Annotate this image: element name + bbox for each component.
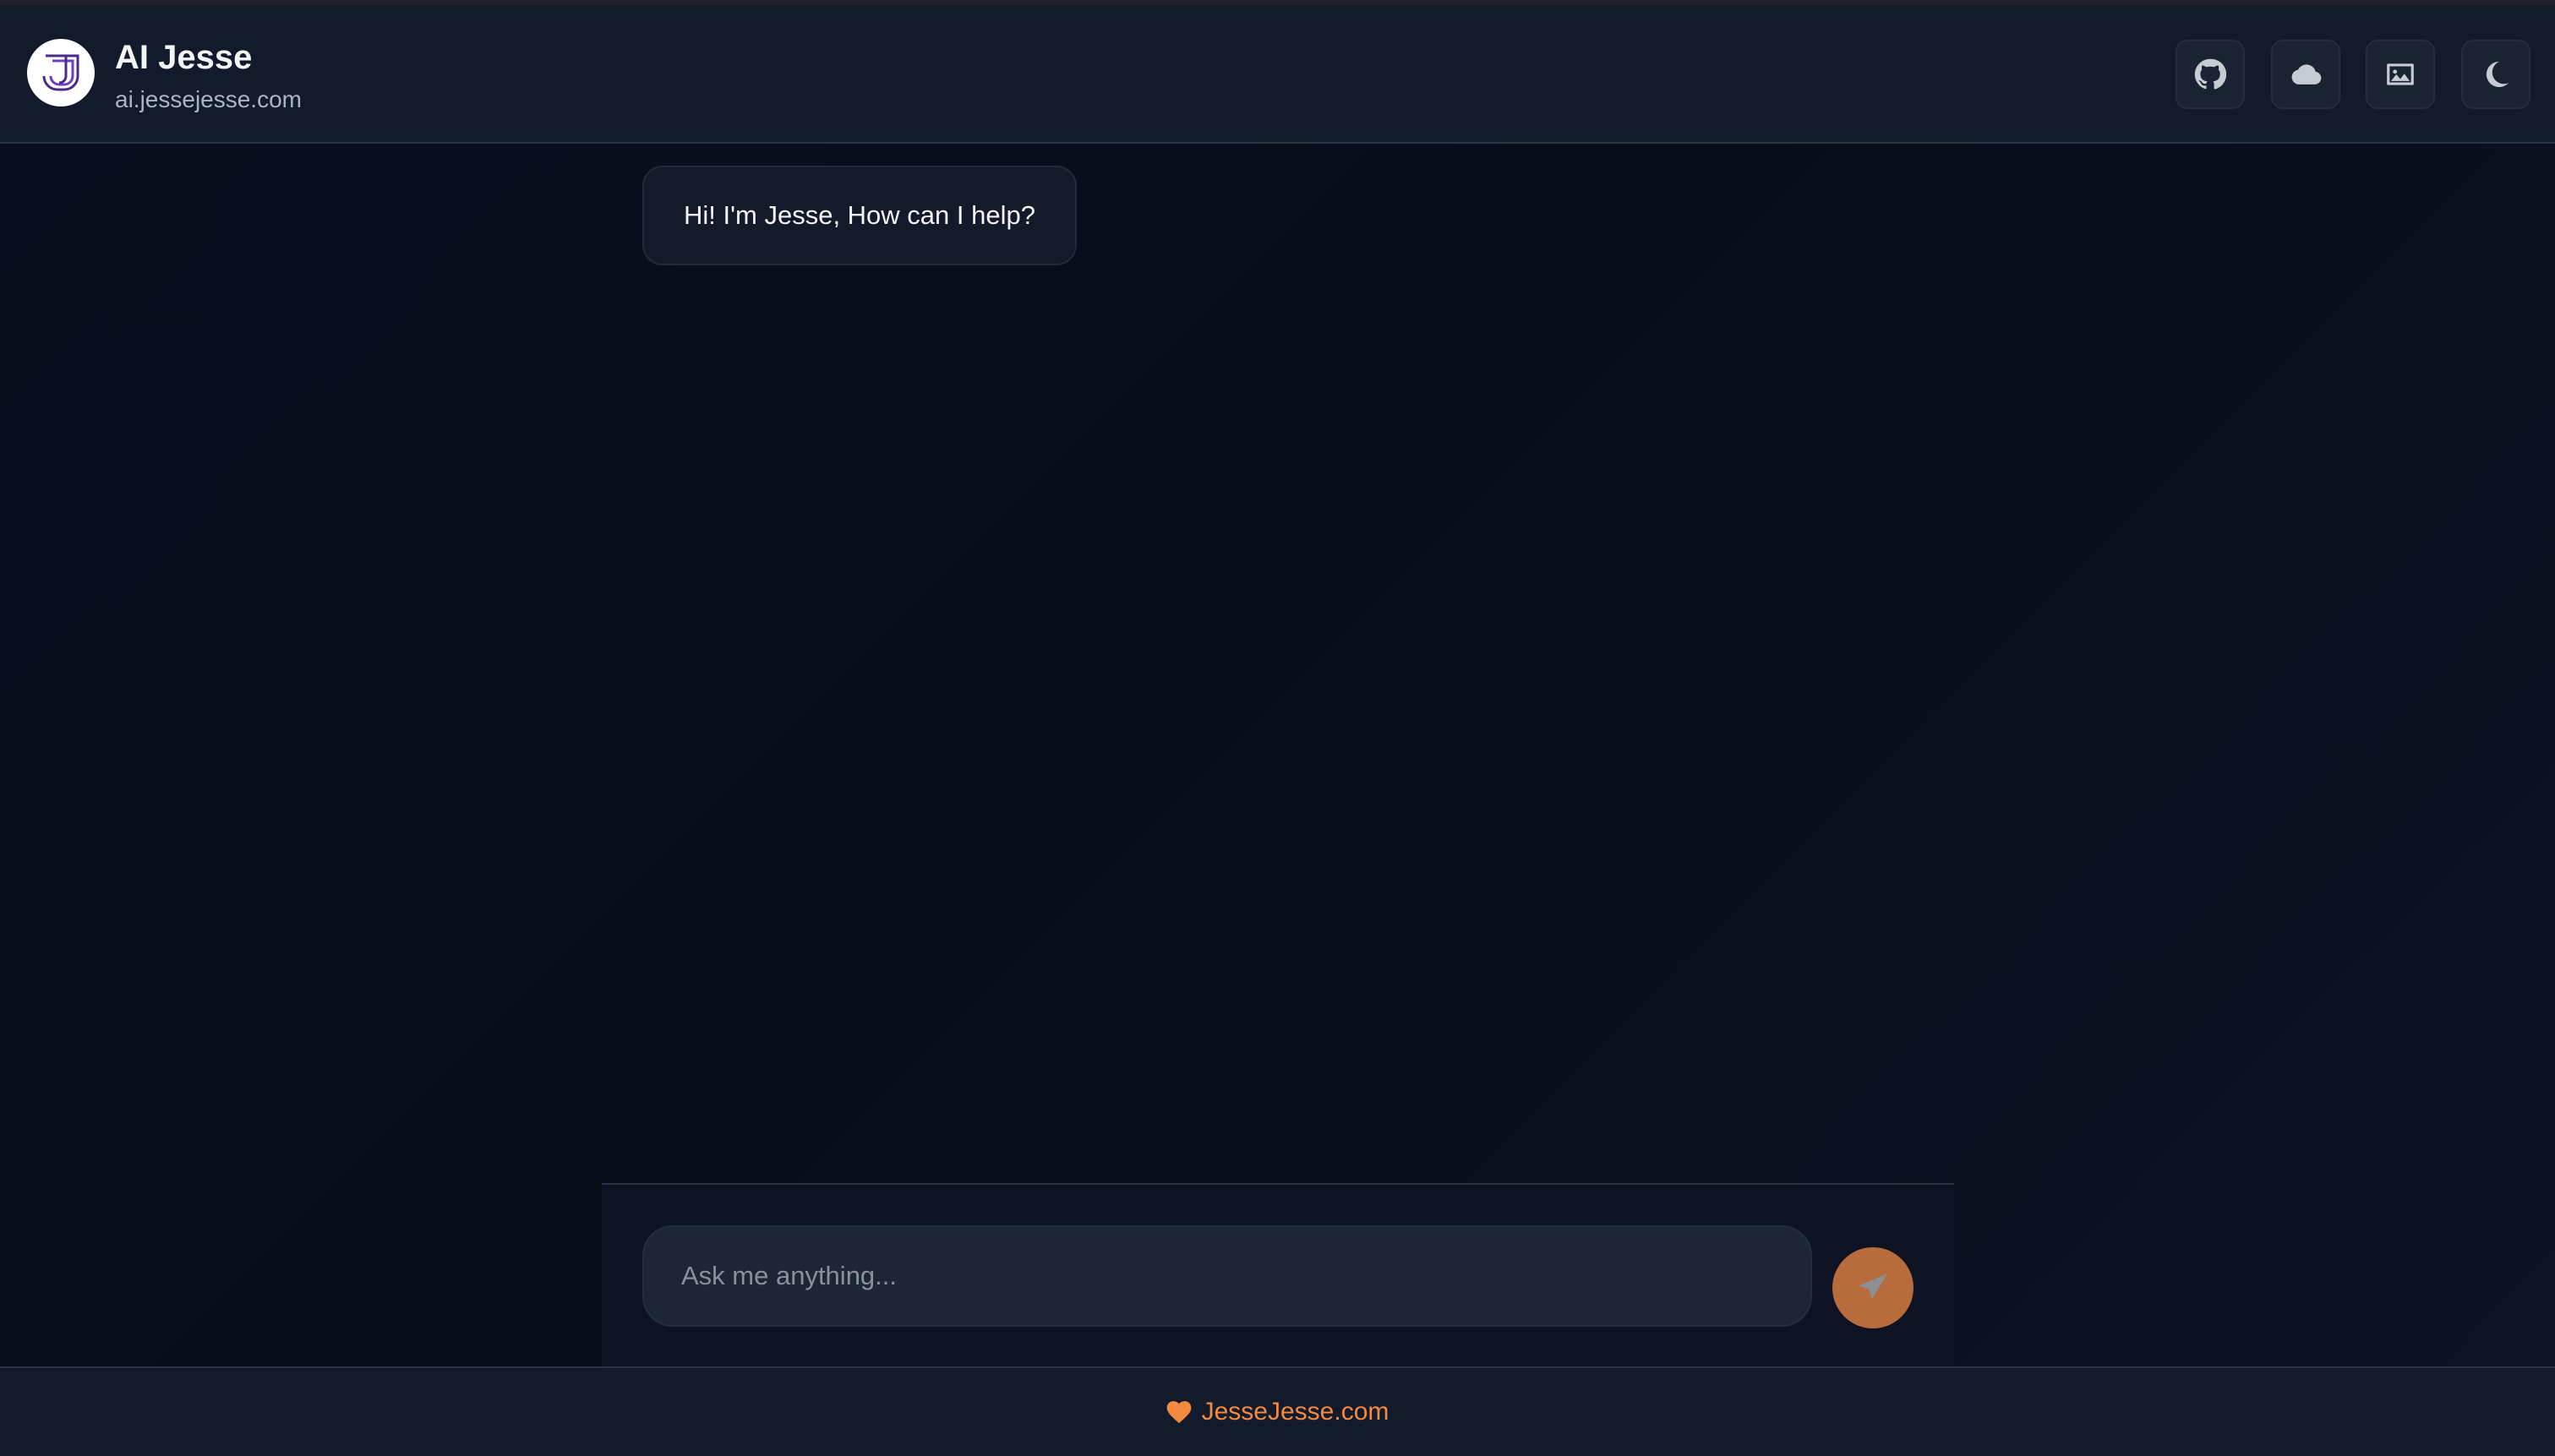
message-composer <box>602 1183 1954 1366</box>
image-button[interactable] <box>2366 40 2435 109</box>
logo-icon[interactable] <box>27 39 95 106</box>
github-icon <box>2194 58 2226 90</box>
paper-plane-icon <box>1859 1273 1887 1300</box>
cloud-icon <box>2291 64 2322 85</box>
app-header: AI Jesse ai.jessejesse.com <box>0 5 2555 144</box>
app-title: AI Jesse <box>115 39 253 76</box>
app-footer: JesseJesse.com <box>0 1366 2555 1456</box>
chat-area: Hi! I'm Jesse, How can I help? <box>0 145 2555 1366</box>
moon-icon <box>2486 61 2509 88</box>
github-button[interactable] <box>2176 40 2245 109</box>
logo-j-mark <box>42 54 79 91</box>
cloud-button[interactable] <box>2271 40 2340 109</box>
dark-mode-toggle[interactable] <box>2461 40 2530 109</box>
image-icon <box>2387 63 2414 85</box>
assistant-message: Hi! I'm Jesse, How can I help? <box>642 166 1077 265</box>
app-subtitle: ai.jessejesse.com <box>115 86 302 112</box>
footer-link-text: JesseJesse.com <box>1201 1398 1389 1426</box>
footer-link[interactable]: JesseJesse.com <box>1166 1398 1389 1426</box>
chat-input[interactable] <box>642 1225 1812 1327</box>
send-button[interactable] <box>1832 1247 1914 1328</box>
heart-icon <box>1166 1401 1191 1424</box>
